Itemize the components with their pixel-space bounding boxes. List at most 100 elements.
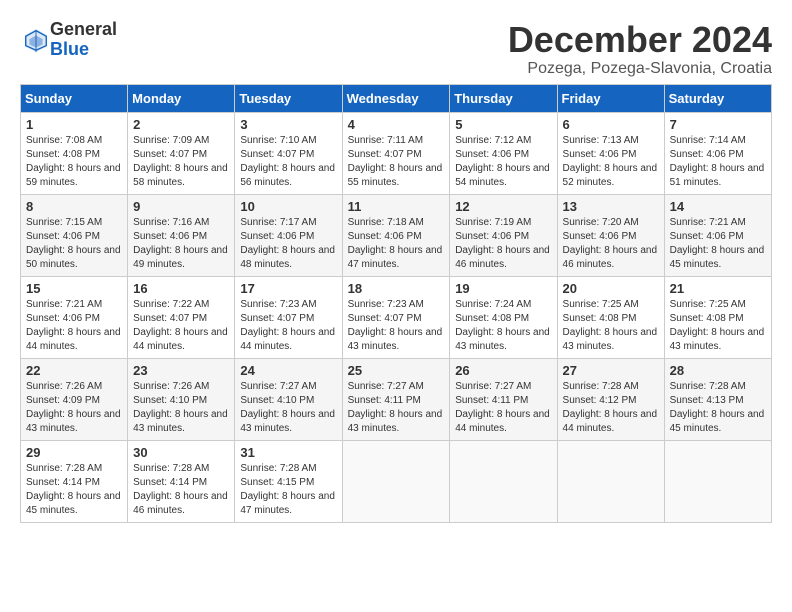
day-number: 4: [348, 117, 445, 132]
calendar-cell: 23 Sunrise: 7:26 AMSunset: 4:10 PMDaylig…: [128, 358, 235, 440]
calendar-cell: 27 Sunrise: 7:28 AMSunset: 4:12 PMDaylig…: [557, 358, 664, 440]
calendar-cell: 24 Sunrise: 7:27 AMSunset: 4:10 PMDaylig…: [235, 358, 342, 440]
day-info: Sunrise: 7:09 AMSunset: 4:07 PMDaylight:…: [133, 135, 228, 188]
day-info: Sunrise: 7:23 AMSunset: 4:07 PMDaylight:…: [240, 299, 335, 352]
day-number: 27: [563, 363, 659, 378]
calendar-table: SundayMondayTuesdayWednesdayThursdayFrid…: [20, 84, 772, 523]
weekday-header-sunday: Sunday: [21, 84, 128, 112]
day-number: 18: [348, 281, 445, 296]
calendar-week-row: 22 Sunrise: 7:26 AMSunset: 4:09 PMDaylig…: [21, 358, 772, 440]
day-info: Sunrise: 7:28 AMSunset: 4:13 PMDaylight:…: [670, 381, 765, 434]
day-info: Sunrise: 7:12 AMSunset: 4:06 PMDaylight:…: [455, 135, 550, 188]
calendar-cell: 20 Sunrise: 7:25 AMSunset: 4:08 PMDaylig…: [557, 276, 664, 358]
calendar-week-row: 1 Sunrise: 7:08 AMSunset: 4:08 PMDayligh…: [21, 112, 772, 194]
logo: General Blue: [20, 20, 117, 60]
day-number: 21: [670, 281, 766, 296]
calendar-week-row: 29 Sunrise: 7:28 AMSunset: 4:14 PMDaylig…: [21, 440, 772, 522]
calendar-cell: 11 Sunrise: 7:18 AMSunset: 4:06 PMDaylig…: [342, 194, 450, 276]
day-number: 20: [563, 281, 659, 296]
calendar-cell: 28 Sunrise: 7:28 AMSunset: 4:13 PMDaylig…: [664, 358, 771, 440]
logo-icon: [22, 26, 50, 54]
calendar-cell: 10 Sunrise: 7:17 AMSunset: 4:06 PMDaylig…: [235, 194, 342, 276]
day-number: 5: [455, 117, 551, 132]
title-block: December 2024 Pozega, Pozega-Slavonia, C…: [508, 20, 772, 78]
calendar-cell: 15 Sunrise: 7:21 AMSunset: 4:06 PMDaylig…: [21, 276, 128, 358]
day-info: Sunrise: 7:15 AMSunset: 4:06 PMDaylight:…: [26, 217, 121, 270]
day-number: 26: [455, 363, 551, 378]
day-info: Sunrise: 7:24 AMSunset: 4:08 PMDaylight:…: [455, 299, 550, 352]
calendar-cell: 6 Sunrise: 7:13 AMSunset: 4:06 PMDayligh…: [557, 112, 664, 194]
day-number: 1: [26, 117, 122, 132]
calendar-week-row: 15 Sunrise: 7:21 AMSunset: 4:06 PMDaylig…: [21, 276, 772, 358]
day-number: 23: [133, 363, 229, 378]
day-number: 11: [348, 199, 445, 214]
calendar-cell: 18 Sunrise: 7:23 AMSunset: 4:07 PMDaylig…: [342, 276, 450, 358]
day-info: Sunrise: 7:25 AMSunset: 4:08 PMDaylight:…: [563, 299, 658, 352]
calendar-cell: 8 Sunrise: 7:15 AMSunset: 4:06 PMDayligh…: [21, 194, 128, 276]
day-info: Sunrise: 7:11 AMSunset: 4:07 PMDaylight:…: [348, 135, 443, 188]
day-number: 16: [133, 281, 229, 296]
calendar-cell: 12 Sunrise: 7:19 AMSunset: 4:06 PMDaylig…: [450, 194, 557, 276]
calendar-cell: 2 Sunrise: 7:09 AMSunset: 4:07 PMDayligh…: [128, 112, 235, 194]
day-number: 9: [133, 199, 229, 214]
header: General Blue December 2024 Pozega, Pozeg…: [20, 20, 772, 78]
weekday-header-thursday: Thursday: [450, 84, 557, 112]
day-info: Sunrise: 7:13 AMSunset: 4:06 PMDaylight:…: [563, 135, 658, 188]
day-info: Sunrise: 7:21 AMSunset: 4:06 PMDaylight:…: [26, 299, 121, 352]
calendar-cell: 4 Sunrise: 7:11 AMSunset: 4:07 PMDayligh…: [342, 112, 450, 194]
day-info: Sunrise: 7:10 AMSunset: 4:07 PMDaylight:…: [240, 135, 335, 188]
day-number: 22: [26, 363, 122, 378]
day-info: Sunrise: 7:21 AMSunset: 4:06 PMDaylight:…: [670, 217, 765, 270]
day-info: Sunrise: 7:28 AMSunset: 4:12 PMDaylight:…: [563, 381, 658, 434]
calendar-cell: 5 Sunrise: 7:12 AMSunset: 4:06 PMDayligh…: [450, 112, 557, 194]
day-number: 29: [26, 445, 122, 460]
calendar-cell: 13 Sunrise: 7:20 AMSunset: 4:06 PMDaylig…: [557, 194, 664, 276]
weekday-header-tuesday: Tuesday: [235, 84, 342, 112]
calendar-cell: [664, 440, 771, 522]
day-number: 6: [563, 117, 659, 132]
day-number: 31: [240, 445, 336, 460]
day-number: 10: [240, 199, 336, 214]
day-info: Sunrise: 7:17 AMSunset: 4:06 PMDaylight:…: [240, 217, 335, 270]
day-info: Sunrise: 7:26 AMSunset: 4:10 PMDaylight:…: [133, 381, 228, 434]
day-info: Sunrise: 7:26 AMSunset: 4:09 PMDaylight:…: [26, 381, 121, 434]
day-info: Sunrise: 7:22 AMSunset: 4:07 PMDaylight:…: [133, 299, 228, 352]
calendar-cell: 9 Sunrise: 7:16 AMSunset: 4:06 PMDayligh…: [128, 194, 235, 276]
day-number: 8: [26, 199, 122, 214]
day-info: Sunrise: 7:14 AMSunset: 4:06 PMDaylight:…: [670, 135, 765, 188]
calendar-cell: 25 Sunrise: 7:27 AMSunset: 4:11 PMDaylig…: [342, 358, 450, 440]
calendar-cell: 16 Sunrise: 7:22 AMSunset: 4:07 PMDaylig…: [128, 276, 235, 358]
page-container: General Blue December 2024 Pozega, Pozeg…: [20, 20, 772, 523]
weekday-header-monday: Monday: [128, 84, 235, 112]
weekday-header-friday: Friday: [557, 84, 664, 112]
calendar-cell: 14 Sunrise: 7:21 AMSunset: 4:06 PMDaylig…: [664, 194, 771, 276]
day-number: 13: [563, 199, 659, 214]
day-info: Sunrise: 7:27 AMSunset: 4:11 PMDaylight:…: [455, 381, 550, 434]
day-number: 3: [240, 117, 336, 132]
day-number: 15: [26, 281, 122, 296]
day-info: Sunrise: 7:19 AMSunset: 4:06 PMDaylight:…: [455, 217, 550, 270]
day-info: Sunrise: 7:28 AMSunset: 4:14 PMDaylight:…: [26, 463, 121, 516]
calendar-cell: 22 Sunrise: 7:26 AMSunset: 4:09 PMDaylig…: [21, 358, 128, 440]
calendar-cell: 30 Sunrise: 7:28 AMSunset: 4:14 PMDaylig…: [128, 440, 235, 522]
weekday-header-saturday: Saturday: [664, 84, 771, 112]
day-number: 2: [133, 117, 229, 132]
day-info: Sunrise: 7:28 AMSunset: 4:14 PMDaylight:…: [133, 463, 228, 516]
day-number: 19: [455, 281, 551, 296]
logo-text: General Blue: [50, 20, 117, 60]
day-number: 7: [670, 117, 766, 132]
calendar-cell: 19 Sunrise: 7:24 AMSunset: 4:08 PMDaylig…: [450, 276, 557, 358]
calendar-cell: 29 Sunrise: 7:28 AMSunset: 4:14 PMDaylig…: [21, 440, 128, 522]
calendar-week-row: 8 Sunrise: 7:15 AMSunset: 4:06 PMDayligh…: [21, 194, 772, 276]
day-number: 24: [240, 363, 336, 378]
calendar-cell: 7 Sunrise: 7:14 AMSunset: 4:06 PMDayligh…: [664, 112, 771, 194]
location-subtitle: Pozega, Pozega-Slavonia, Croatia: [508, 60, 772, 78]
day-info: Sunrise: 7:23 AMSunset: 4:07 PMDaylight:…: [348, 299, 443, 352]
calendar-cell: [557, 440, 664, 522]
calendar-cell: 26 Sunrise: 7:27 AMSunset: 4:11 PMDaylig…: [450, 358, 557, 440]
day-number: 30: [133, 445, 229, 460]
calendar-cell: [450, 440, 557, 522]
day-number: 25: [348, 363, 445, 378]
calendar-cell: 3 Sunrise: 7:10 AMSunset: 4:07 PMDayligh…: [235, 112, 342, 194]
day-info: Sunrise: 7:27 AMSunset: 4:11 PMDaylight:…: [348, 381, 443, 434]
